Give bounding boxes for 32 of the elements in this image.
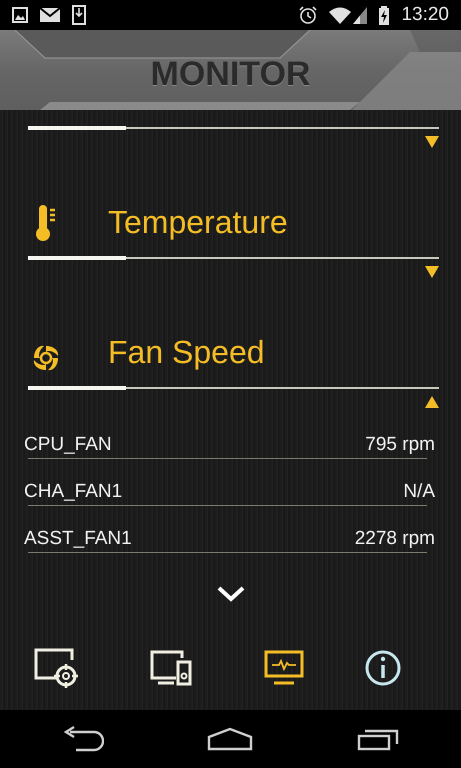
fan-name: CPU_FAN — [24, 434, 112, 456]
fan-speed-value: 2278 rpm — [354, 528, 435, 550]
mail-icon — [40, 8, 60, 22]
tab[interactable] — [150, 650, 192, 686]
section-title[interactable]: Temperature — [108, 202, 288, 242]
tab[interactable] — [34, 648, 78, 688]
signal-icon — [353, 6, 368, 24]
battery-icon — [379, 6, 390, 24]
fan-speed-value: 795 rpm — [365, 434, 435, 456]
collapse-arrow-icon[interactable] — [425, 395, 439, 409]
image-icon — [12, 7, 28, 23]
recents-icon[interactable] — [357, 727, 400, 751]
download-icon — [72, 5, 86, 25]
monitor-pulse-icon — [264, 650, 304, 686]
fan-speed-value: N/A — [403, 481, 435, 503]
section-title[interactable]: Fan Speed — [108, 332, 265, 372]
expand-arrow-icon[interactable] — [425, 135, 439, 149]
page-title: MONITOR — [150, 54, 310, 94]
fan-name: ASST_FAN1 — [24, 528, 132, 550]
chevron-down-icon[interactable] — [216, 585, 246, 603]
alarm-icon — [299, 6, 318, 24]
fan-name: CHA_FAN1 — [24, 481, 122, 503]
back-icon[interactable] — [62, 726, 104, 752]
home-icon[interactable] — [207, 727, 254, 751]
screen-target-icon — [34, 648, 78, 688]
tab[interactable] — [264, 650, 304, 686]
thermometer-icon — [35, 204, 57, 242]
expand-arrow-icon[interactable] — [425, 265, 439, 279]
info-icon[interactable] — [364, 649, 402, 687]
fan-icon — [32, 344, 60, 372]
devices-icon — [150, 650, 192, 686]
clock-time: 13:20 — [401, 4, 449, 26]
